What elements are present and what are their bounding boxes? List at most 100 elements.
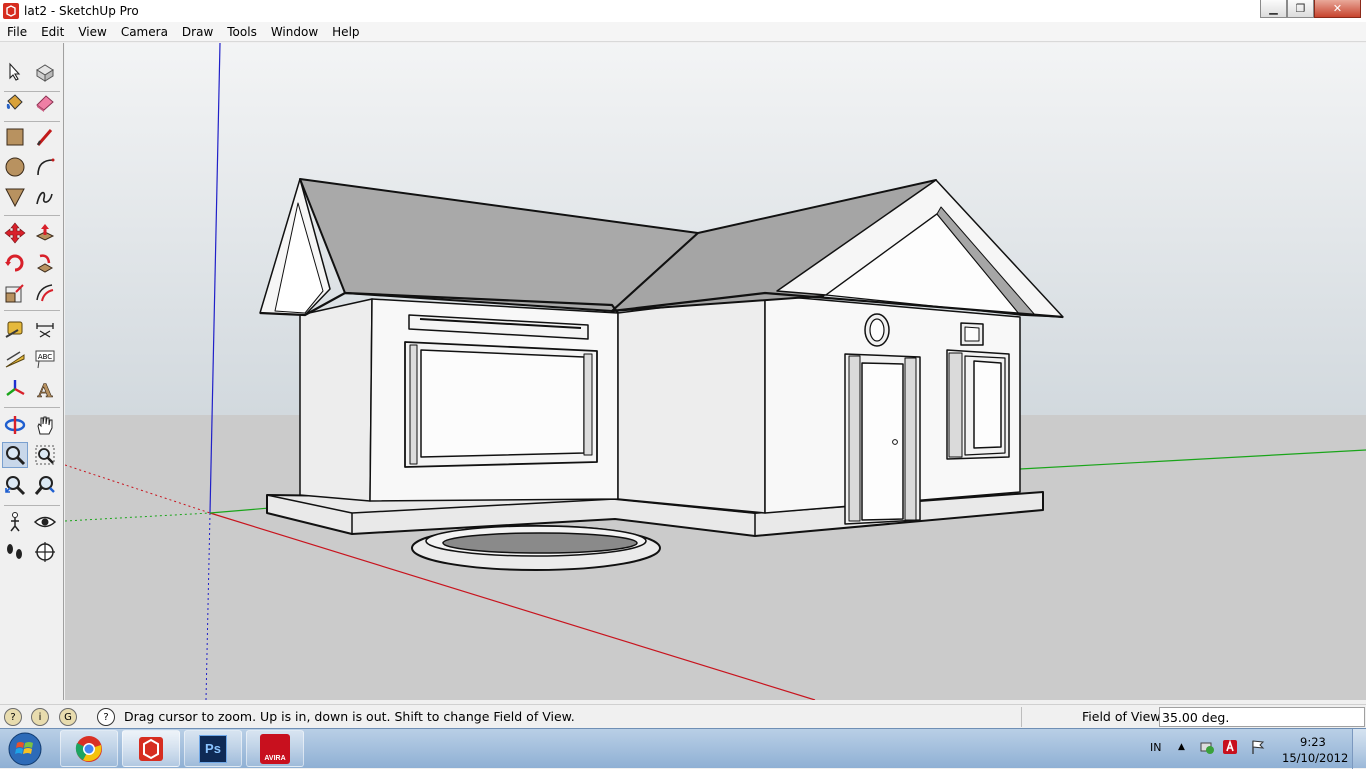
zoom-tool[interactable] <box>2 442 28 468</box>
position-camera-icon <box>10 512 20 532</box>
house-model[interactable] <box>259 178 1064 571</box>
geo-location-button[interactable]: ? <box>4 708 22 726</box>
language-indicator[interactable]: IN <box>1150 741 1161 754</box>
rectangle-tool[interactable] <box>2 124 28 150</box>
show-hidden-icons-icon[interactable]: ▲ <box>1178 742 1185 752</box>
start-button[interactable] <box>3 730 47 768</box>
tray-flag-icon[interactable] <box>1250 739 1266 758</box>
close-icon: ✕ <box>1332 2 1343 15</box>
look-around-icon <box>34 516 56 528</box>
3d-text-tool[interactable]: A <box>32 376 58 402</box>
show-desktop-button[interactable] <box>1352 729 1366 769</box>
model-canvas[interactable] <box>65 43 1366 700</box>
walk-tool[interactable] <box>2 539 28 565</box>
restore-button[interactable]: ❐ <box>1287 0 1314 18</box>
dimension-tool[interactable] <box>32 316 58 342</box>
make-component-tool[interactable] <box>32 59 58 85</box>
tape-measure-tool[interactable] <box>2 316 28 342</box>
large-tool-set: ABC A <box>0 43 64 700</box>
tape-measure-icon <box>5 321 23 338</box>
credits-icon: i <box>38 711 42 723</box>
eraser-icon <box>36 95 54 112</box>
3d-text-label: A <box>37 380 53 400</box>
minimize-button[interactable]: ▁ <box>1260 0 1287 18</box>
menu-view[interactable]: View <box>71 22 113 42</box>
3d-text-icon: A <box>36 380 53 400</box>
polygon-icon <box>5 188 25 208</box>
previous-view-icon <box>34 476 55 495</box>
zoom-window-icon <box>35 445 55 465</box>
polygon-tool[interactable] <box>2 184 28 210</box>
rectangle-icon <box>6 128 24 146</box>
tray-avira-icon[interactable] <box>1222 739 1238 758</box>
freehand-tool[interactable] <box>32 184 58 210</box>
windows-taskbar: Ps AVIRA IN ▲ 9:23 15/10/2012 <box>0 728 1366 769</box>
menu-file[interactable]: File <box>0 22 34 42</box>
restore-icon: ❐ <box>1295 2 1306 15</box>
taskbar-sketchup[interactable] <box>122 730 180 767</box>
taskbar-avira[interactable]: AVIRA <box>246 730 304 767</box>
pan-tool[interactable] <box>32 412 58 438</box>
offset-tool[interactable] <box>32 280 58 306</box>
menu-window[interactable]: Window <box>264 22 325 42</box>
menu-tools[interactable]: Tools <box>220 22 264 42</box>
drawing-viewport[interactable] <box>65 43 1366 700</box>
taskbar-photoshop[interactable]: Ps <box>184 730 242 767</box>
clock-date[interactable]: 15/10/2012 <box>1282 751 1348 765</box>
axes-tool[interactable] <box>2 376 28 402</box>
follow-me-icon <box>36 254 54 273</box>
menu-camera[interactable]: Camera <box>114 22 175 42</box>
windows-start-icon <box>8 732 42 766</box>
tray-network-icon[interactable] <box>1199 739 1215 758</box>
title-bar: lat2 - SketchUp Pro ▁ ❐ ✕ <box>0 0 1366 22</box>
select-tool[interactable] <box>2 59 28 85</box>
menu-draw[interactable]: Draw <box>175 22 220 42</box>
menu-help[interactable]: Help <box>325 22 366 42</box>
orbit-tool[interactable] <box>2 412 28 438</box>
circle-tool[interactable] <box>2 154 28 180</box>
menu-edit[interactable]: Edit <box>34 22 71 42</box>
look-around-tool[interactable] <box>32 509 58 535</box>
zoom-extents-tool[interactable] <box>2 472 28 498</box>
zoom-window-tool[interactable] <box>32 442 58 468</box>
clock-time[interactable]: 9:23 <box>1300 735 1326 749</box>
push-pull-tool[interactable] <box>32 220 58 246</box>
walk-icon <box>7 544 22 559</box>
chrome-icon <box>75 735 102 762</box>
circle-icon <box>5 157 25 177</box>
section-plane-tool[interactable] <box>32 539 58 565</box>
make-component-icon <box>36 64 54 82</box>
position-camera-tool[interactable] <box>2 509 28 535</box>
sign-in-button[interactable]: G <box>59 708 77 726</box>
scale-icon <box>5 284 24 303</box>
help-button[interactable]: ? <box>97 708 115 726</box>
axes-icon <box>6 380 25 396</box>
push-pull-icon <box>35 224 55 241</box>
status-message: Drag cursor to zoom. Up is in, down is o… <box>124 709 575 724</box>
scale-tool[interactable] <box>2 280 28 306</box>
text-tool[interactable]: ABC <box>32 346 58 372</box>
move-tool[interactable] <box>2 220 28 246</box>
line-tool[interactable] <box>32 124 58 150</box>
protractor-tool[interactable] <box>2 346 28 372</box>
photoshop-icon: Ps <box>199 734 227 763</box>
rotate-tool[interactable] <box>2 250 28 276</box>
zoom-icon <box>6 446 26 466</box>
freehand-icon <box>36 191 53 205</box>
eraser-tool[interactable] <box>32 89 58 115</box>
geo-location-icon: ? <box>10 711 16 723</box>
previous-view-tool[interactable] <box>32 472 58 498</box>
taskbar-chrome[interactable] <box>60 730 118 767</box>
arc-tool[interactable] <box>32 154 58 180</box>
credits-button[interactable]: i <box>31 708 49 726</box>
paint-bucket-tool[interactable] <box>2 89 28 115</box>
follow-me-tool[interactable] <box>32 250 58 276</box>
paint-bucket-icon <box>6 94 23 110</box>
close-button[interactable]: ✕ <box>1314 0 1361 18</box>
text-icon: ABC <box>35 350 55 369</box>
move-icon <box>4 222 26 244</box>
dimension-icon <box>36 323 54 338</box>
section-plane-icon <box>35 542 55 562</box>
measurements-input[interactable] <box>1159 707 1365 727</box>
line-icon <box>36 129 53 146</box>
